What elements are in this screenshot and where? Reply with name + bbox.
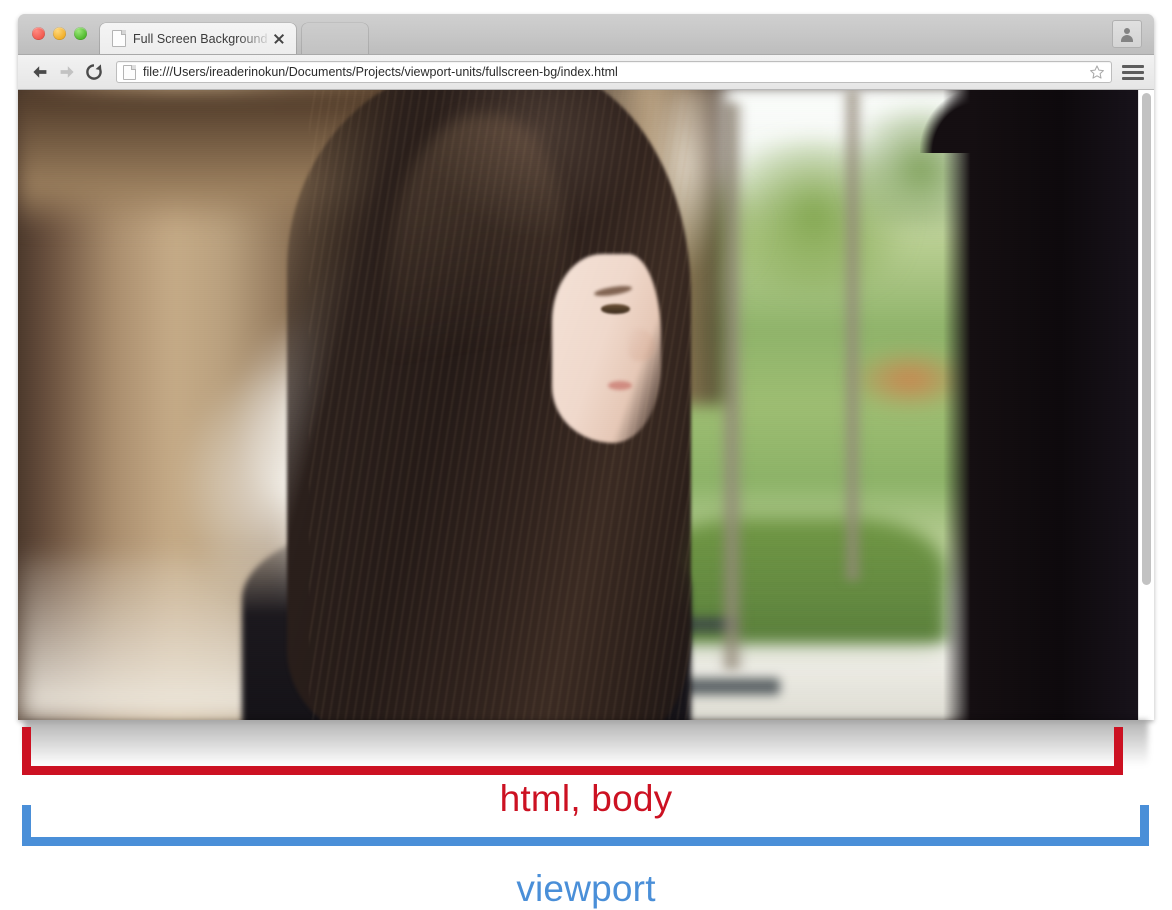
hamburger-menu-icon[interactable]	[1122, 61, 1144, 83]
tab-full-screen-background[interactable]: Full Screen Background Im	[100, 23, 296, 54]
photo-dark-column-top	[920, 90, 977, 153]
back-button[interactable]	[28, 60, 52, 84]
menu-bar-3	[1122, 76, 1144, 80]
close-button[interactable]	[32, 27, 45, 40]
person-icon	[1120, 27, 1135, 42]
photo-nose	[627, 329, 655, 361]
tab-title: Full Screen Background Im	[133, 31, 268, 46]
reload-icon	[86, 64, 102, 80]
tab-blank[interactable]	[302, 23, 368, 54]
screenshot-root: Full Screen Background Im	[0, 0, 1172, 910]
photo-eye	[600, 304, 631, 314]
menu-bar-2	[1122, 70, 1144, 74]
minimize-button[interactable]	[53, 27, 66, 40]
tab-list: Full Screen Background Im	[100, 14, 368, 54]
page-scrollbar-thumb[interactable]	[1142, 93, 1151, 585]
fullscreen-background-image	[18, 90, 1139, 720]
page-scrollbar[interactable]	[1138, 90, 1154, 720]
star-icon[interactable]	[1089, 64, 1105, 80]
address-bar[interactable]: file:///Users/ireaderinokun/Documents/Pr…	[116, 61, 1112, 83]
url-text[interactable]: file:///Users/ireaderinokun/Documents/Pr…	[143, 65, 1089, 79]
profile-button[interactable]	[1112, 20, 1142, 48]
photo-palm-trunk	[841, 90, 865, 582]
annotation-bracket-html-body	[22, 727, 1123, 775]
photo-dark-column	[942, 90, 1139, 720]
reload-button[interactable]	[82, 60, 106, 84]
window-controls	[32, 27, 87, 40]
annotation-bracket-viewport	[22, 805, 1149, 846]
annotation-label-viewport: viewport	[516, 868, 656, 909]
browser-tab-strip: Full Screen Background Im	[18, 14, 1154, 55]
page-icon	[112, 30, 126, 47]
forward-button[interactable]	[55, 60, 79, 84]
back-arrow-icon	[33, 66, 47, 78]
browser-window: Full Screen Background Im	[18, 14, 1154, 720]
forward-arrow-icon	[60, 66, 74, 78]
maximize-button[interactable]	[74, 27, 87, 40]
menu-bar-1	[1122, 64, 1144, 68]
page-icon	[123, 64, 136, 80]
page-viewport	[18, 90, 1154, 720]
close-icon[interactable]	[272, 32, 286, 46]
browser-toolbar: file:///Users/ireaderinokun/Documents/Pr…	[18, 55, 1154, 90]
